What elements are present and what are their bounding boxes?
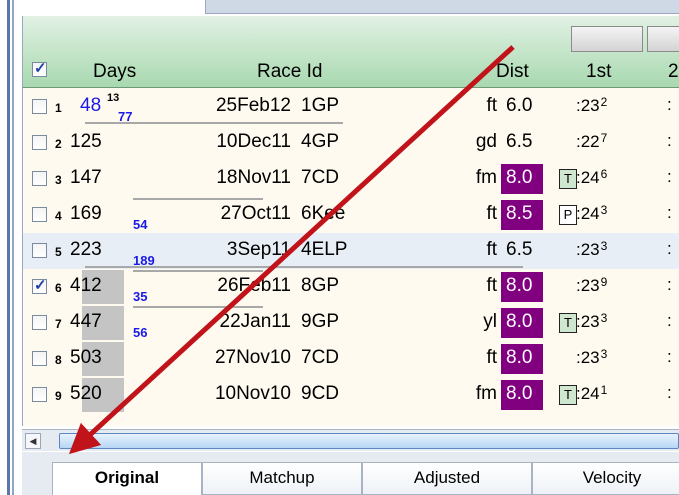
- annotation-arrow-icon: [68, 45, 515, 455]
- annotation-arrow-line: [68, 45, 515, 455]
